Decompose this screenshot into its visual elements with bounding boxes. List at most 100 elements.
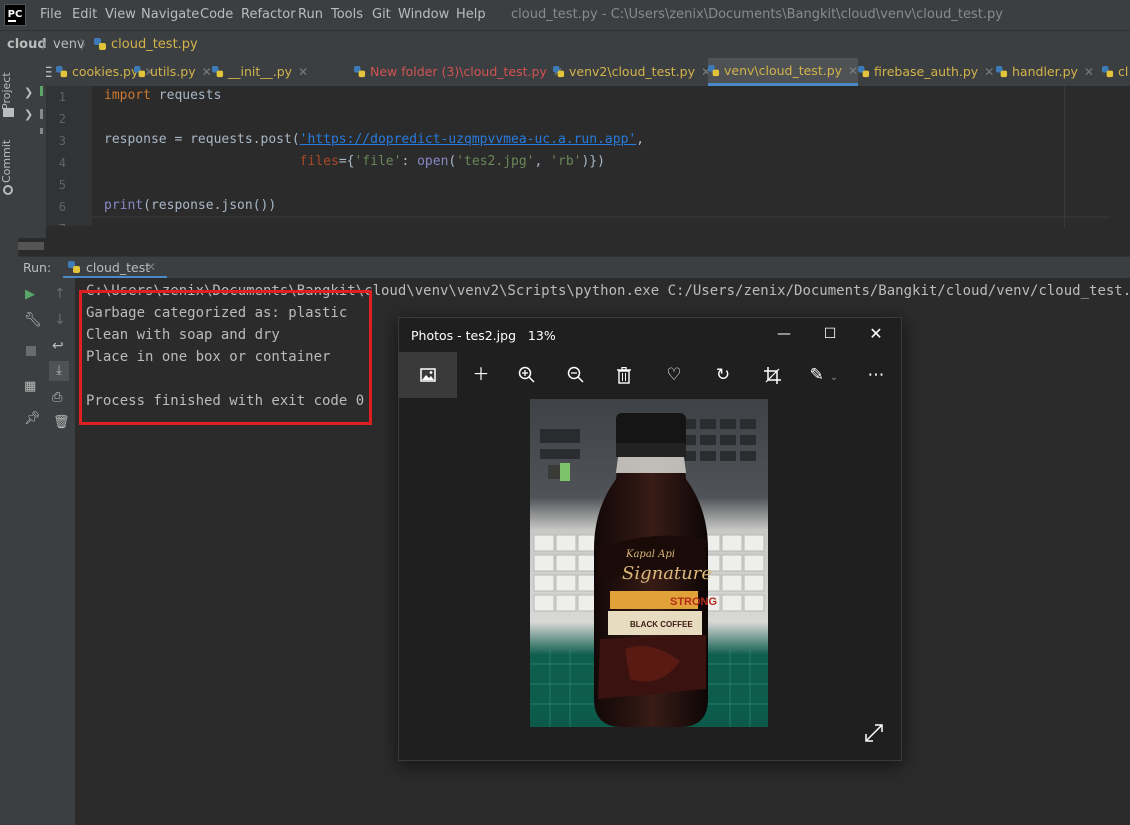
breadcrumb-separator: 〉 xyxy=(41,38,54,52)
stop-icon[interactable] xyxy=(26,346,36,356)
change-marker-icon xyxy=(40,128,43,134)
tab-8[interactable]: cl xyxy=(1102,58,1128,86)
menu-navigate[interactable]: Navigate xyxy=(141,7,199,22)
run-console-toolbar: ↑ ↓ ↩ ⤓ ⎙ 🗑︎ xyxy=(45,278,76,825)
line-number: 6 xyxy=(58,200,66,214)
soft-wrap-icon[interactable]: ↩ xyxy=(52,338,64,354)
run-tab-cloud-test[interactable]: cloud_test xyxy=(86,260,150,275)
pycharm-logo: PC xyxy=(4,4,26,26)
pin-icon[interactable]: 📌︎ xyxy=(24,411,41,426)
line-number: 1 xyxy=(58,90,66,104)
image-view-icon[interactable] xyxy=(399,352,457,398)
add-icon[interactable]: ＋ xyxy=(458,352,504,398)
photos-title: Photos - tes2.jpg 13% xyxy=(411,328,556,343)
up-arrow-icon[interactable]: ↑ xyxy=(54,286,66,302)
python-file-icon xyxy=(56,60,68,78)
menu-edit[interactable]: Edit xyxy=(72,7,97,22)
layout-icon[interactable]: ▦ xyxy=(24,379,36,394)
tab-close-icon[interactable]: ✕ xyxy=(984,65,994,79)
tab-label: cl xyxy=(1118,64,1129,79)
tab-label: cookies.py xyxy=(72,64,139,79)
rotate-icon[interactable]: ↻ xyxy=(700,352,746,398)
tab-label: handler.py xyxy=(1012,64,1078,79)
python-file-icon xyxy=(708,60,720,77)
right-margin-guide xyxy=(1064,86,1065,228)
minimize-button[interactable]: — xyxy=(761,322,807,346)
project-tree-collapsed: ❯ ❯ xyxy=(18,58,46,238)
breadcrumb-file[interactable]: cloud_test.py xyxy=(111,37,198,52)
run-icon[interactable]: ▶ xyxy=(25,287,35,302)
close-icon[interactable]: ✕ xyxy=(146,260,156,274)
menu-tools[interactable]: Tools xyxy=(331,7,363,22)
run-label: Run: xyxy=(23,260,52,275)
commit-tool-button[interactable]: Commit xyxy=(0,136,18,186)
code-line-1: import requests xyxy=(104,88,222,103)
python-file-icon xyxy=(858,60,870,78)
favorite-icon[interactable]: ♡ xyxy=(651,352,697,398)
code-line-6: print(response.json()) xyxy=(104,198,277,213)
tab-close-icon[interactable]: ✕ xyxy=(848,64,858,78)
change-marker-icon xyxy=(40,109,43,119)
menu-window[interactable]: Window xyxy=(398,7,449,22)
run-panel-header: Run: cloud_test ✕ xyxy=(18,256,1130,279)
maximize-button[interactable]: ☐ xyxy=(807,322,853,346)
menu-refactor[interactable]: Refactor xyxy=(241,7,296,22)
crop-icon[interactable] xyxy=(749,352,795,398)
code-editor[interactable]: 1 2 3 4 5 6 7 import requests response =… xyxy=(46,86,1130,226)
more-icon[interactable]: ⋯ xyxy=(853,352,899,398)
highlight-box xyxy=(79,290,372,425)
python-file-icon xyxy=(354,60,366,78)
tab-close-icon[interactable]: ✕ xyxy=(1084,65,1094,79)
zoom-in-icon[interactable] xyxy=(504,352,550,398)
fullscreen-icon[interactable] xyxy=(863,722,885,748)
menu-run[interactable]: Run xyxy=(298,7,323,22)
tab-1[interactable]: utils.py ✕ xyxy=(134,58,212,86)
wrench-icon[interactable]: 🔧︎ xyxy=(24,312,42,328)
print-icon[interactable]: ⎙ xyxy=(52,390,62,405)
zoom-out-icon[interactable] xyxy=(553,352,599,398)
edit-icon[interactable]: ✎ ⌄ xyxy=(794,352,854,398)
tab-label: utils.py xyxy=(150,64,196,79)
photos-toolbar: ＋ ♡ ↻ ✎ ⌄ ⋯ xyxy=(399,352,901,398)
bottle-strong-text: STRONG xyxy=(670,596,717,608)
photos-window: Photos - tes2.jpg 13% — ☐ ✕ ＋ ♡ ↻ ✎⌄ ⋯ xyxy=(398,317,902,761)
menu-view[interactable]: View xyxy=(105,7,136,22)
tab-4[interactable]: venv2\cloud_test.py ✕ xyxy=(553,58,711,86)
line-number: 7 xyxy=(52,222,66,226)
left-tool-strip: Project Commit xyxy=(0,58,19,825)
menu-help[interactable]: Help xyxy=(456,7,486,22)
tabs-menu-icon[interactable]: ☰ xyxy=(46,65,53,81)
code-line-3: response = requests.post('https://dopred… xyxy=(104,132,645,147)
tab-2[interactable]: __init__.py ✕ xyxy=(212,58,308,86)
down-arrow-icon[interactable]: ↓ xyxy=(54,312,66,328)
python-file-icon xyxy=(212,60,224,78)
breadcrumb-separator: 〉 xyxy=(80,38,93,52)
trash-icon[interactable]: 🗑︎ xyxy=(53,415,70,430)
scroll-to-end-icon[interactable]: ⤓ xyxy=(49,361,69,381)
line-number: 4 xyxy=(58,156,66,170)
menu-code[interactable]: Code xyxy=(200,7,233,22)
delete-icon[interactable] xyxy=(601,352,647,398)
close-button[interactable]: ✕ xyxy=(853,322,899,346)
line-number: 2 xyxy=(58,112,66,126)
horizontal-scrollbar[interactable] xyxy=(18,242,44,250)
menu-git[interactable]: Git xyxy=(372,7,391,22)
bottle-variant-text: BLACK COFFEE xyxy=(630,620,693,629)
bottle-brand-script: Kapal Api xyxy=(625,549,675,560)
tab-label: New folder (3)\cloud_test.py xyxy=(370,64,547,79)
change-marker-icon xyxy=(40,86,43,96)
tab-3[interactable]: New folder (3)\cloud_test.py✕ xyxy=(354,58,563,86)
tab-6[interactable]: firebase_auth.py ✕ xyxy=(858,58,994,86)
expand-arrow-icon[interactable]: ❯ xyxy=(24,108,33,121)
tab-close-icon[interactable]: ✕ xyxy=(202,65,212,79)
tab-close-icon[interactable]: ✕ xyxy=(298,65,308,79)
tab-7[interactable]: handler.py ✕ xyxy=(996,58,1094,86)
menu-file[interactable]: File xyxy=(40,7,62,22)
commit-icon xyxy=(3,185,13,195)
line-gutter: 1 2 3 4 5 6 7 xyxy=(46,86,92,226)
url-link[interactable]: 'https://dopredict-uzqmpvvmea-uc.a.run.a… xyxy=(300,132,637,147)
code-line-4: files={'file': open('tes2.jpg', 'rb')}) xyxy=(299,154,605,169)
expand-arrow-icon[interactable]: ❯ xyxy=(24,86,33,99)
bottle-brand-text: Signature xyxy=(622,563,712,584)
tab-5[interactable]: venv\cloud_test.py ✕ xyxy=(708,58,859,86)
